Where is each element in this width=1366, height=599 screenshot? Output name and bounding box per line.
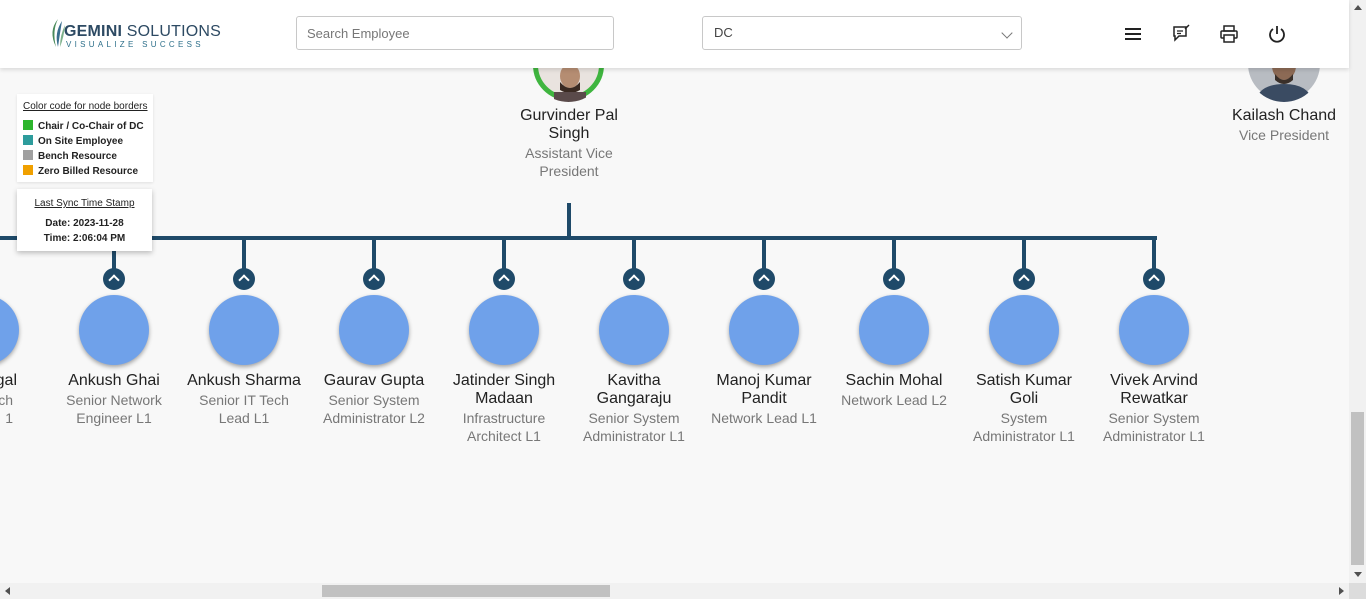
legend-swatch bbox=[23, 150, 33, 160]
horizontal-scroll-thumb[interactable] bbox=[322, 585, 610, 597]
employee-avatar[interactable] bbox=[599, 295, 669, 365]
employee-name: Ankush Sharma bbox=[187, 372, 301, 389]
sync-date: Date: 2023-11-28 bbox=[45, 218, 124, 229]
employee-name: Kavitha Gangaraju bbox=[596, 372, 672, 407]
legend-item: Zero Billed Resource bbox=[23, 165, 138, 177]
employee-avatar[interactable] bbox=[339, 295, 409, 365]
legend-panel: Color code for node borders Chair / Co-C… bbox=[17, 94, 153, 182]
sibling-bar bbox=[0, 236, 1157, 240]
vertical-scrollbar[interactable] bbox=[1349, 0, 1366, 583]
node-connector bbox=[762, 238, 766, 270]
employee-avatar[interactable] bbox=[859, 295, 929, 365]
legend-swatch bbox=[23, 165, 33, 175]
node-connector bbox=[632, 238, 636, 270]
horizontal-scrollbar[interactable] bbox=[0, 583, 1349, 599]
company-logo[interactable]: GEMINI SOLUTIONS VISUALIZE SUCCESS bbox=[46, 17, 221, 51]
employee-title: Senior System Administrator L1 bbox=[583, 410, 685, 444]
legend-title: Color code for node borders bbox=[23, 101, 148, 112]
collapse-toggle-icon[interactable] bbox=[493, 268, 515, 290]
department-select[interactable]: DC bbox=[702, 16, 1022, 50]
chevron-down-icon bbox=[1001, 27, 1013, 39]
legend-item: On Site Employee bbox=[23, 135, 123, 147]
collapse-toggle-icon[interactable] bbox=[103, 268, 125, 290]
employee-avatar[interactable] bbox=[469, 295, 539, 365]
employee-name: Jatinder Singh Madaan bbox=[452, 372, 556, 407]
employee-title: Tech1 bbox=[0, 392, 13, 426]
employee-name: ehgal bbox=[0, 372, 17, 389]
feedback-icon[interactable] bbox=[1171, 24, 1191, 44]
vertical-scroll-thumb[interactable] bbox=[1351, 412, 1364, 565]
employee-name: Sachin Mohal bbox=[845, 372, 943, 389]
employee-name: Manoj Kumar Pandit bbox=[716, 372, 812, 407]
power-icon[interactable] bbox=[1267, 24, 1287, 44]
employee-avatar[interactable] bbox=[729, 295, 799, 365]
scroll-right-arrow-icon[interactable] bbox=[1339, 587, 1344, 595]
manager-connector bbox=[567, 203, 571, 237]
search-employee-input[interactable] bbox=[296, 16, 614, 50]
manager-title: Assistant Vice President bbox=[525, 145, 613, 179]
menu-icon[interactable] bbox=[1123, 24, 1143, 44]
employee-avatar[interactable] bbox=[989, 295, 1059, 365]
node-connector bbox=[502, 238, 506, 270]
collapse-toggle-icon[interactable] bbox=[623, 268, 645, 290]
employee-title: System Administrator L1 bbox=[973, 410, 1075, 444]
sync-timestamp-panel: Last Sync Time Stamp Date: 2023-11-28 Ti… bbox=[17, 189, 152, 251]
sync-time: Time: 2:06:04 PM bbox=[43, 233, 126, 244]
employee-avatar[interactable] bbox=[209, 295, 279, 365]
employee-title: Senior Network Engineer L1 bbox=[66, 392, 162, 426]
employee-avatar[interactable] bbox=[79, 295, 149, 365]
collapse-toggle-icon[interactable] bbox=[1013, 268, 1035, 290]
employee-title: Senior System Administrator L2 bbox=[323, 392, 425, 426]
manager-name: Kailash Chand bbox=[1231, 107, 1337, 124]
employee-avatar[interactable] bbox=[1119, 295, 1189, 365]
collapse-toggle-icon[interactable] bbox=[233, 268, 255, 290]
legend-item: Chair / Co-Chair of DC bbox=[23, 120, 144, 132]
collapse-toggle-icon[interactable] bbox=[883, 268, 905, 290]
employee-name: Gaurav Gupta bbox=[323, 372, 425, 389]
manager-title: Vice President bbox=[1238, 127, 1329, 143]
employee-title: Infrastructure Architect L1 bbox=[462, 410, 546, 444]
legend-swatch bbox=[23, 120, 33, 130]
collapse-toggle-icon[interactable] bbox=[1143, 268, 1165, 290]
collapse-toggle-icon[interactable] bbox=[753, 268, 775, 290]
sync-title: Last Sync Time Stamp bbox=[34, 198, 135, 209]
node-connector bbox=[1022, 238, 1026, 270]
node-connector bbox=[1152, 238, 1156, 270]
print-icon[interactable] bbox=[1219, 24, 1239, 44]
scrollbar-corner bbox=[1349, 583, 1366, 599]
collapse-toggle-icon[interactable] bbox=[363, 268, 385, 290]
scroll-left-arrow-icon[interactable] bbox=[5, 587, 10, 595]
scroll-down-arrow-icon[interactable] bbox=[1354, 572, 1362, 577]
employee-title: Senior IT Tech Lead L1 bbox=[199, 392, 289, 426]
org-chart-canvas[interactable]: Gurvinder Pal Singh Assistant Vice Preside… bbox=[0, 0, 1349, 583]
manager-name: Gurvinder Pal Singh bbox=[520, 107, 618, 142]
employee-name: Ankush Ghai bbox=[68, 372, 160, 389]
employee-title: Senior System Administrator L1 bbox=[1103, 410, 1205, 444]
app-header: GEMINI SOLUTIONS VISUALIZE SUCCESS DC bbox=[0, 0, 1349, 68]
legend-item: Bench Resource bbox=[23, 150, 117, 162]
node-connector bbox=[892, 238, 896, 270]
employee-name: Vivek Arvind Rewatkar bbox=[1110, 372, 1198, 407]
employee-title: Network Lead L2 bbox=[841, 392, 947, 408]
scroll-up-arrow-icon[interactable] bbox=[1354, 5, 1362, 10]
node-connector bbox=[372, 238, 376, 270]
employee-title: Network Lead L1 bbox=[711, 410, 817, 426]
employee-avatar[interactable] bbox=[0, 295, 19, 365]
node-connector bbox=[242, 238, 246, 270]
legend-swatch bbox=[23, 135, 33, 145]
employee-name: Satish Kumar Goli bbox=[975, 372, 1073, 407]
